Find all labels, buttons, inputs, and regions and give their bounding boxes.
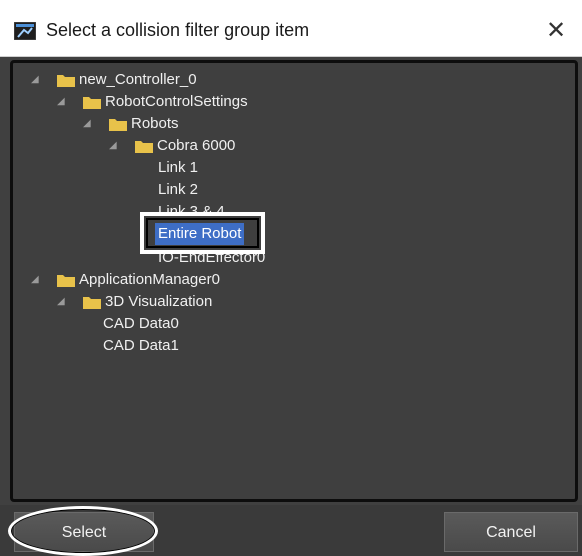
expand-arrow-icon[interactable]: ◢	[109, 141, 119, 151]
tree-item-label: CAD Data0	[103, 315, 179, 332]
tree-item-label: Robots	[131, 115, 179, 132]
tree-item-label: CAD Data1	[103, 337, 179, 354]
tree-item-label: ApplicationManager0	[79, 271, 220, 288]
expand-arrow-icon[interactable]: ◢	[31, 275, 41, 285]
tree-item-label: 3D Visualization	[105, 293, 213, 310]
expand-arrow-icon[interactable]: ◢	[57, 97, 67, 107]
folder-icon	[135, 141, 153, 153]
cancel-button[interactable]: Cancel	[444, 512, 578, 552]
expand-arrow-icon[interactable]: ◢	[31, 75, 41, 85]
folder-icon	[83, 297, 101, 309]
folder-icon	[57, 75, 75, 87]
dialog-titlebar: Select a collision filter group item ✕	[0, 0, 582, 57]
tree-item-label: Link 1	[158, 159, 199, 176]
folder-icon	[57, 275, 75, 287]
expand-arrow-icon[interactable]: ◢	[57, 297, 67, 307]
tree-item-label: RobotControlSettings	[105, 93, 248, 110]
tree-item-label: new_Controller_0	[79, 71, 197, 88]
tree-item-label: Link 2	[158, 181, 199, 198]
tree-view[interactable]: ◢ new_Controller_0 ◢ RobotControlSetting…	[10, 60, 578, 502]
close-icon[interactable]: ✕	[544, 16, 568, 45]
expand-arrow-icon[interactable]: ◢	[83, 119, 93, 129]
app-window-icon	[14, 22, 36, 40]
dialog-title: Select a collision filter group item	[46, 20, 310, 40]
folder-icon	[83, 97, 101, 109]
selection-highlight-callout	[140, 212, 265, 254]
tree-item-label: Cobra 6000	[157, 137, 236, 154]
folder-icon	[109, 119, 127, 131]
select-button[interactable]: Select	[14, 512, 154, 552]
